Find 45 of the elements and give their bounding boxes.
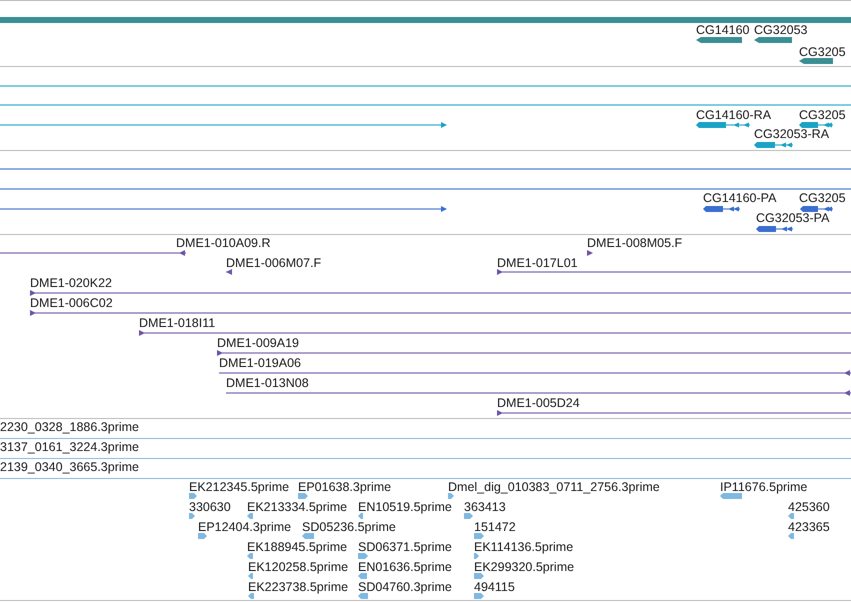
- feature-label: Dmel_dig_010383_0711_2756.3prime: [448, 480, 660, 494]
- feature-label: EK223738.5prime: [248, 580, 348, 594]
- feature-label: DME1-010A09.R: [176, 236, 270, 250]
- feature-label: CG14160-PA: [703, 191, 776, 205]
- feature-label: CG32053: [754, 23, 808, 37]
- feature-label: EK188945.5prime: [247, 540, 348, 554]
- feature-label: EN01636.5prime: [358, 560, 452, 574]
- feature-label: DME1-017L01: [497, 256, 578, 270]
- feature-label: DME1-006M07.F: [226, 256, 322, 270]
- feature-label: EK114136.5prime: [474, 540, 574, 554]
- feature-label: DME1-008M05.F: [587, 236, 682, 250]
- feature-label: DME1-018I11: [139, 316, 216, 330]
- feature-label: SD04760.3prime: [358, 580, 452, 594]
- feature-label: CG3205: [799, 45, 846, 59]
- feature-label: 425360: [788, 500, 830, 514]
- feature-label: SD06371.5prime: [358, 540, 452, 554]
- feature-label: EK299320.5prime: [474, 560, 574, 574]
- feature-label: DME1-019A06: [219, 356, 301, 370]
- feature-label: 363413: [464, 500, 506, 514]
- feature-label: DME1-006C02: [30, 296, 113, 310]
- track-label: 2230_0328_1886.3prime: [0, 420, 140, 434]
- feature-label: IP11676.5prime: [720, 480, 808, 494]
- feature-label: CG14160-RA: [696, 108, 772, 122]
- feature-label: 330630: [189, 500, 231, 514]
- feature-label: EK120258.5prime: [248, 560, 348, 574]
- feature-label: CG32053-PA: [756, 211, 830, 225]
- feature-label: DME1-020K22: [30, 276, 112, 290]
- feature-label: EK213334.5prime: [247, 500, 348, 514]
- feature-label: CG32053-RA: [754, 127, 830, 141]
- track-label: 2139_0340_3665.3prime: [0, 460, 140, 474]
- feature-label: DME1-005D24: [497, 396, 580, 410]
- feature-label: CG14160: [696, 23, 750, 37]
- feature-label: 423365: [788, 520, 830, 534]
- feature-label: 151472: [474, 520, 516, 534]
- feature-label: CG3205: [799, 191, 846, 205]
- feature-label: EN10519.5prime: [358, 500, 452, 514]
- feature-label: EP12404.3prime: [198, 520, 292, 534]
- feature-label: DME1-013N08: [226, 376, 309, 390]
- feature-label: 494115: [474, 580, 515, 594]
- feature-label: SD05236.5prime: [302, 520, 396, 534]
- feature-label: EK212345.5prime: [189, 480, 290, 494]
- feature-label: DME1-009A19: [217, 336, 299, 350]
- feature-label: CG3205: [799, 108, 846, 122]
- feature-label: EP01638.3prime: [298, 480, 392, 494]
- track-label: 3137_0161_3224.3prime: [0, 440, 140, 454]
